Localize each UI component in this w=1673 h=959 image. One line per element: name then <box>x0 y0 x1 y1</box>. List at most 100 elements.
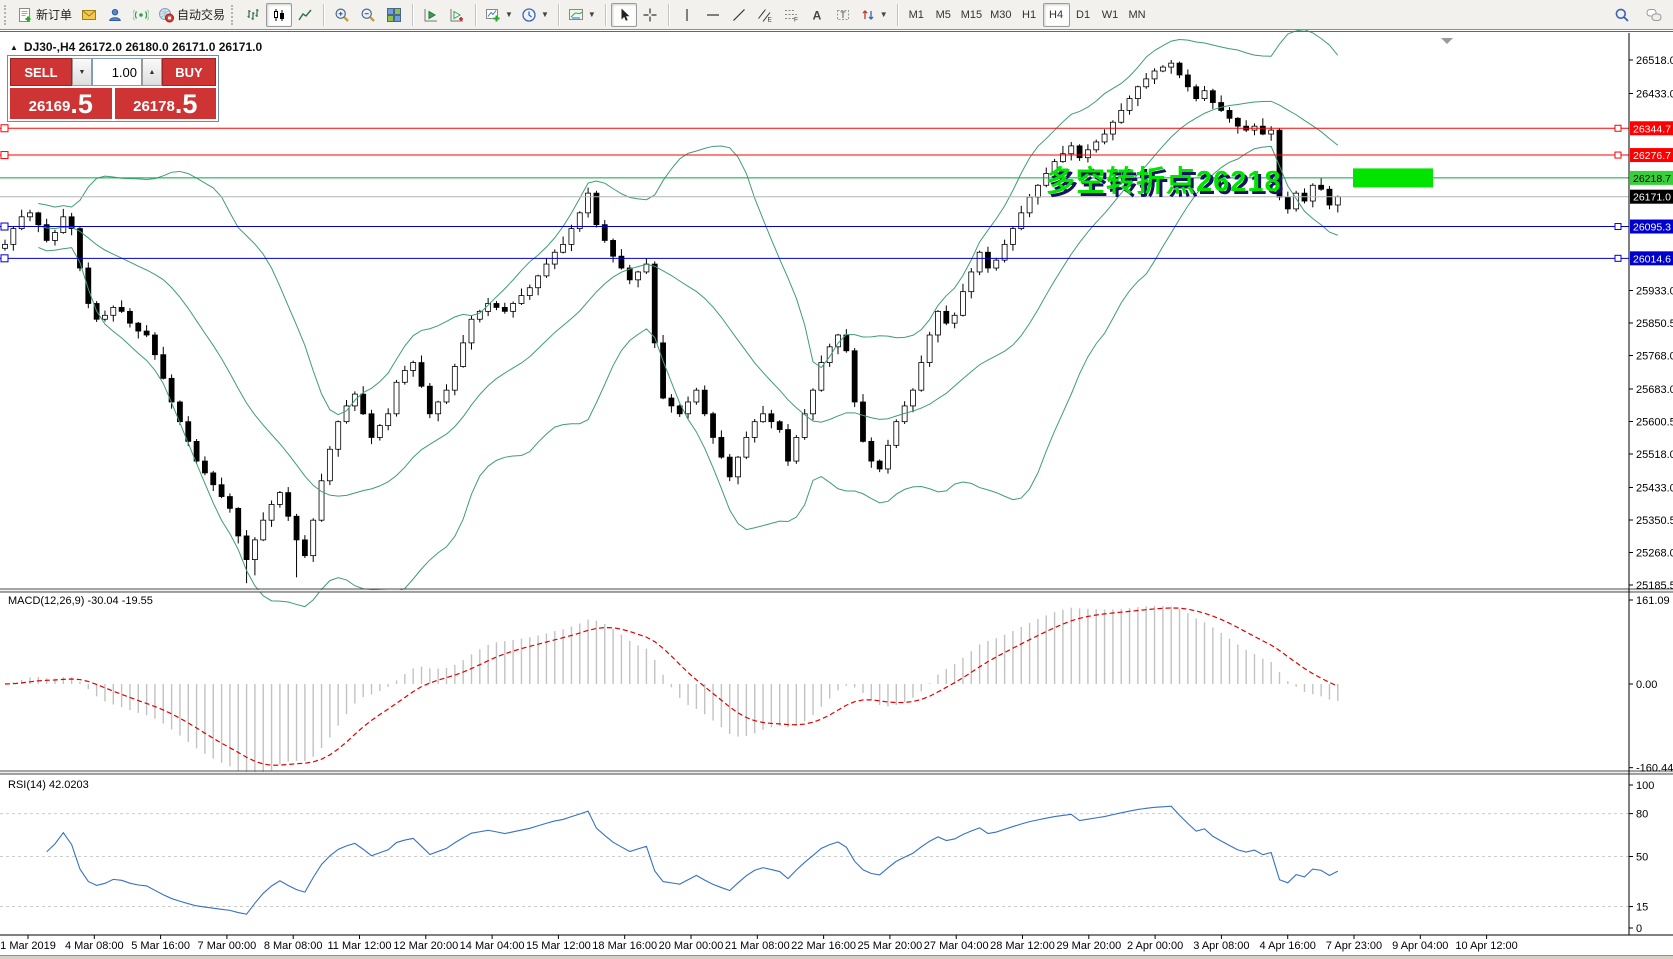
tab-timeframe-m15[interactable]: M15 <box>957 3 986 27</box>
auto-trading-button[interactable]: 自动交易 <box>154 3 229 27</box>
collapse-arrow-icon[interactable]: ▲ <box>10 43 18 52</box>
tab-timeframe-m5[interactable]: M5 <box>930 3 957 27</box>
tile-windows-button[interactable] <box>381 3 407 27</box>
svg-text:100: 100 <box>1636 780 1654 792</box>
svg-text:26344.7: 26344.7 <box>1633 123 1671 135</box>
rsi-line <box>47 806 1338 914</box>
svg-text:12 Mar 20:00: 12 Mar 20:00 <box>393 940 458 952</box>
svg-text:25268.0: 25268.0 <box>1636 547 1673 559</box>
svg-text:25433.0: 25433.0 <box>1636 482 1673 494</box>
auto-scroll-icon <box>423 7 439 23</box>
chat-button[interactable] <box>1641 3 1667 27</box>
tab-timeframe-d1[interactable]: D1 <box>1070 3 1097 27</box>
auto-scroll-button[interactable] <box>418 3 444 27</box>
mail-button[interactable] <box>76 3 102 27</box>
equidistant-channel-button[interactable]: E <box>752 3 778 27</box>
crosshair-button[interactable] <box>637 3 663 27</box>
svg-text:1 Mar 2019: 1 Mar 2019 <box>0 940 56 952</box>
fibonacci-button[interactable]: F <box>778 3 804 27</box>
volume-down-button[interactable]: ▼ <box>72 58 92 86</box>
chevron-down-icon: ▼ <box>505 10 513 19</box>
profile-button[interactable] <box>102 3 128 27</box>
volume-input[interactable] <box>92 58 142 86</box>
toolbar-separator <box>323 4 324 26</box>
vertical-line-button[interactable] <box>674 3 700 27</box>
svg-text:26014.6: 26014.6 <box>1633 253 1671 265</box>
price-axis: 26518.026433.025933.025850.525768.025683… <box>1629 55 1673 592</box>
zoom-out-icon <box>360 7 376 23</box>
tab-timeframe-m30[interactable]: M30 <box>986 3 1015 27</box>
equidistant-channel-icon: E <box>757 7 773 23</box>
toolbar-grip[interactable] <box>231 5 236 25</box>
toolbar-separator <box>668 4 669 26</box>
candlestick-chart-icon <box>271 7 287 23</box>
buy-button[interactable]: BUY <box>162 58 216 86</box>
cursor-icon <box>616 7 632 23</box>
svg-text:25 Mar 20:00: 25 Mar 20:00 <box>857 940 922 952</box>
tab-timeframe-m1[interactable]: M1 <box>903 3 930 27</box>
tab-timeframe-h1[interactable]: H1 <box>1016 3 1043 27</box>
toolbar-separator <box>605 4 606 26</box>
svg-text:29 Mar 20:00: 29 Mar 20:00 <box>1056 940 1121 952</box>
volume-up-button[interactable]: ▲ <box>142 58 162 86</box>
chart-shift-button[interactable] <box>444 3 470 27</box>
arrows-button[interactable]: ▼ <box>856 3 892 27</box>
svg-text:26433.0: 26433.0 <box>1636 88 1673 100</box>
macd-axis: 161.090.00-160.44 <box>1629 595 1673 775</box>
svg-text:3 Apr 08:00: 3 Apr 08:00 <box>1193 940 1249 952</box>
signal-button[interactable] <box>128 3 154 27</box>
templates-button[interactable]: ▼ <box>564 3 600 27</box>
search-button[interactable] <box>1609 3 1635 27</box>
tab-timeframe-mn[interactable]: MN <box>1124 3 1151 27</box>
svg-text:18 Mar 16:00: 18 Mar 16:00 <box>592 940 657 952</box>
profile-icon <box>107 7 123 23</box>
svg-text:20 Mar 00:00: 20 Mar 00:00 <box>659 940 724 952</box>
toolbar: 新订单 自动交易 <box>0 0 1673 30</box>
toolbar-separator <box>412 4 413 26</box>
time-axis[interactable]: 1 Mar 20194 Mar 08:005 Mar 16:007 Mar 00… <box>0 935 1518 952</box>
zoom-in-button[interactable] <box>329 3 355 27</box>
svg-text:22 Mar 16:00: 22 Mar 16:00 <box>791 940 856 952</box>
svg-text:-160.44: -160.44 <box>1636 763 1673 775</box>
indicators-button[interactable]: ▼ <box>481 3 517 27</box>
arrows-icon <box>860 7 876 23</box>
horizontal-lines[interactable] <box>0 125 1629 262</box>
horizontal-line-button[interactable] <box>700 3 726 27</box>
text-button[interactable]: A <box>804 3 830 27</box>
sell-price[interactable]: 26169 .5 <box>10 88 112 119</box>
zoom-out-button[interactable] <box>355 3 381 27</box>
chevron-down-icon: ▼ <box>880 10 888 19</box>
svg-text:21 Mar 08:00: 21 Mar 08:00 <box>725 940 790 952</box>
candlestick-chart-button[interactable] <box>266 3 292 27</box>
chart-shift-marker[interactable] <box>1441 38 1453 44</box>
cursor-button[interactable] <box>611 3 637 27</box>
chevron-down-icon: ▼ <box>588 10 596 19</box>
tab-timeframe-w1[interactable]: W1 <box>1097 3 1124 27</box>
line-chart-button[interactable] <box>292 3 318 27</box>
toolbar-separator <box>897 4 898 26</box>
svg-text:15 Mar 12:00: 15 Mar 12:00 <box>526 940 591 952</box>
toolbar-right <box>1609 3 1667 27</box>
text-label-button[interactable]: T <box>830 3 856 27</box>
toolbar-grip[interactable] <box>4 5 9 25</box>
tile-windows-icon <box>386 7 402 23</box>
new-order-button[interactable]: 新订单 <box>13 3 76 27</box>
rsi-label: RSI(14) 42.0203 <box>8 779 89 791</box>
svg-text:2 Apr 00:00: 2 Apr 00:00 <box>1127 940 1183 952</box>
templates-icon <box>568 7 584 23</box>
svg-text:26218.7: 26218.7 <box>1633 173 1671 185</box>
clock-icon <box>521 7 537 23</box>
rsi-gridlines <box>0 814 1629 907</box>
periods-button[interactable]: ▼ <box>517 3 553 27</box>
timeframe-group: M1M5M15M30H1H4D1W1MN <box>903 3 1151 27</box>
tab-timeframe-h4[interactable]: H4 <box>1043 3 1070 27</box>
svg-text:0.00: 0.00 <box>1636 679 1657 691</box>
mail-icon <box>81 7 97 23</box>
chart-canvas[interactable]: 26518.026433.025933.025850.525768.025683… <box>0 30 1673 959</box>
bar-chart-button[interactable] <box>240 3 266 27</box>
trendline-icon <box>731 7 747 23</box>
trendline-button[interactable] <box>726 3 752 27</box>
text-icon: A <box>809 7 825 23</box>
sell-button[interactable]: SELL <box>10 58 72 86</box>
buy-price[interactable]: 26178 .5 <box>115 88 217 119</box>
